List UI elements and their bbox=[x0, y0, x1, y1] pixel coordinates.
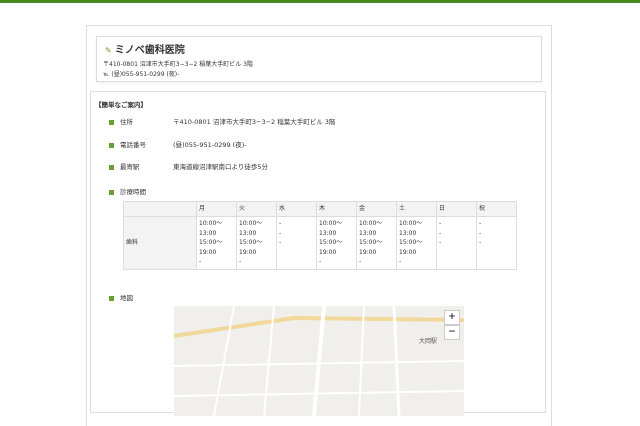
hours-cell: 10:00〜 13:00 15:00〜 19:00 - bbox=[316, 216, 357, 270]
day-header: 土 bbox=[396, 201, 437, 217]
corner-cell bbox=[123, 201, 197, 217]
bullet-icon bbox=[109, 119, 114, 125]
clinic-address: 〒410-0801 沼津市大手町3−3−2 稲葉大手町ビル 3階 bbox=[103, 61, 253, 68]
day-header: 祝 bbox=[476, 201, 517, 217]
bullet-icon bbox=[109, 295, 114, 301]
pencil-icon: ✎ bbox=[105, 46, 112, 55]
clinic-header: ✎ ミノベ歯科医院 〒410-0801 沼津市大手町3−3−2 稲葉大手町ビル 3… bbox=[96, 36, 542, 82]
station-name: 大岡駅 bbox=[419, 338, 438, 345]
hours-cell: 10:00〜 13:00 15:00〜 19:00 - bbox=[196, 216, 237, 270]
clinic-tel: ℡ (昼)055-951-0299 (夜)- bbox=[103, 71, 180, 78]
day-header: 月 bbox=[196, 201, 237, 217]
info-panel: 【簡単なご案内】 住所 〒410-0801 沼津市大手町3−3−2 稲葉大手町ビ… bbox=[90, 91, 546, 416]
station-value: 東海道線沼津駅南口より徒歩5分 bbox=[173, 163, 269, 171]
hours-cell: - - - bbox=[436, 216, 477, 270]
address-value: 〒410-0801 沼津市大手町3−3−2 稲葉大手町ビル 3階 bbox=[173, 118, 336, 126]
day-header: 水 bbox=[276, 201, 317, 217]
hours-cell: - - - bbox=[276, 216, 317, 270]
row-label: 歯科 bbox=[123, 216, 197, 270]
map-label: 地図 bbox=[120, 294, 133, 302]
station-label: 最寄駅 bbox=[120, 163, 140, 171]
hours-cell: 10:00〜 13:00 15:00〜 19:00 - bbox=[396, 216, 437, 270]
phone-label: 電話番号 bbox=[120, 141, 146, 149]
clinic-name: ミノベ歯科医院 bbox=[114, 45, 185, 56]
bullet-icon bbox=[109, 142, 114, 148]
day-header: 火 bbox=[236, 201, 277, 217]
bullet-icon bbox=[109, 189, 114, 195]
hours-cell: 10:00〜 13:00 15:00〜 19:00 - bbox=[236, 216, 277, 270]
day-header: 金 bbox=[356, 201, 397, 217]
hours-cell: 10:00〜 13:00 15:00〜 19:00 - bbox=[356, 216, 397, 270]
day-header: 木 bbox=[316, 201, 357, 217]
day-header: 日 bbox=[436, 201, 477, 217]
address-label: 住所 bbox=[120, 118, 133, 126]
section-title: 【簡単なご案内】 bbox=[95, 101, 147, 109]
phone-value: (昼)055-951-0299 (夜)- bbox=[173, 141, 247, 149]
zoom-in-button[interactable]: + bbox=[444, 310, 460, 325]
bullet-icon bbox=[109, 164, 114, 170]
hours-label: 診療時間 bbox=[120, 188, 146, 196]
hours-table: 月火水木金土日祝 歯科 10:00〜 13:00 15:00〜 19:00 -10… bbox=[123, 201, 517, 270]
hours-cell: - - - bbox=[476, 216, 517, 270]
zoom-out-button[interactable]: − bbox=[444, 325, 460, 340]
